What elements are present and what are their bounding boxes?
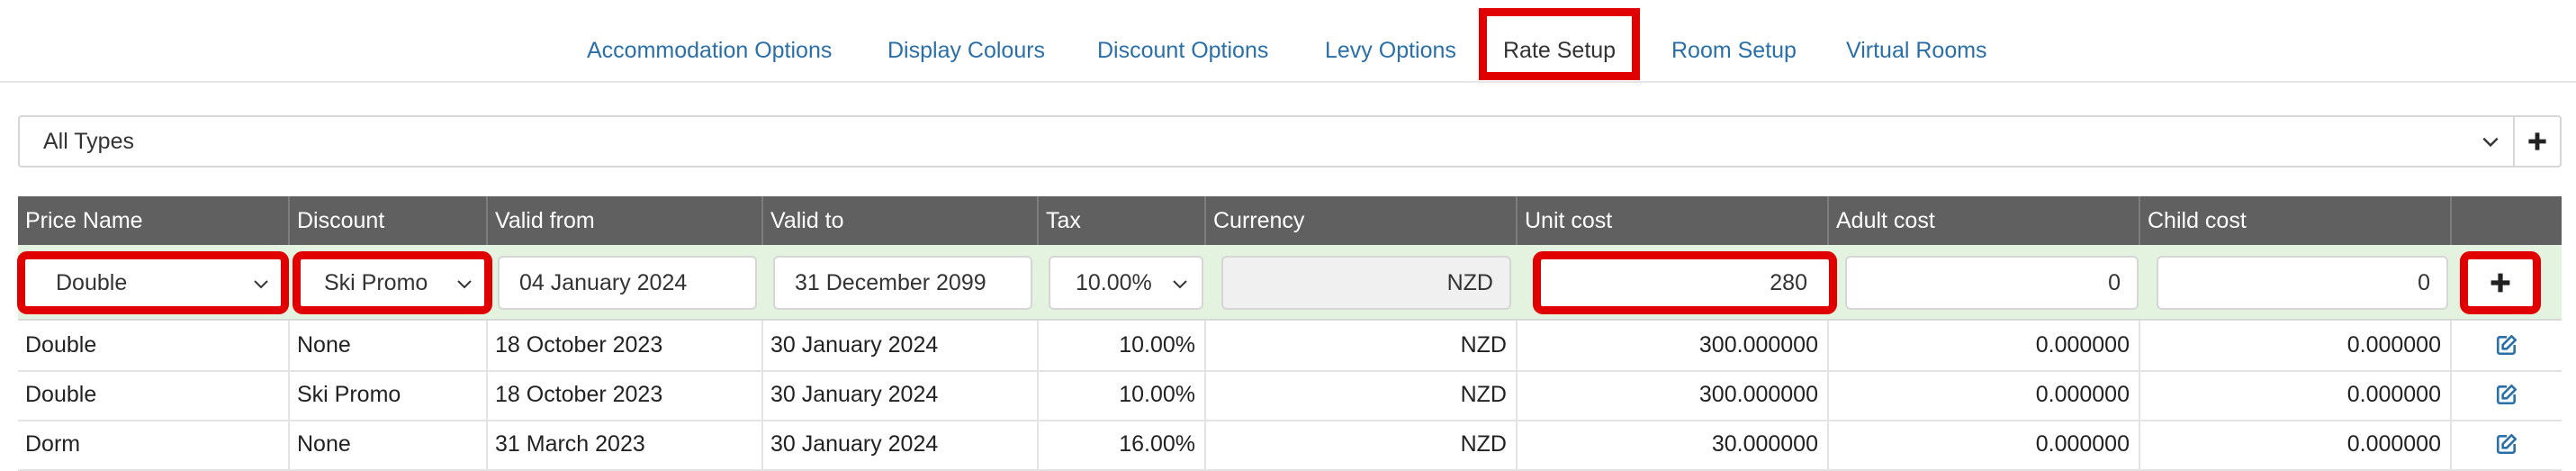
cell-adult-cost: 0.000000 bbox=[1829, 420, 2140, 469]
settings-tab-bar: Accommodation Options Display Colours Di… bbox=[0, 0, 2576, 83]
currency-value: NZD bbox=[1446, 270, 1493, 295]
add-rate-button[interactable] bbox=[2460, 251, 2541, 314]
valid-from-input[interactable]: 04 January 2024 bbox=[498, 256, 757, 310]
cell-tax: 10.00% bbox=[1039, 370, 1206, 420]
unit-cost-input[interactable]: 280 bbox=[1533, 251, 1837, 314]
cell-child-cost: 0.000000 bbox=[2140, 321, 2452, 370]
tab-virtual-rooms[interactable]: Virtual Rooms bbox=[1846, 25, 1987, 76]
column-unit-cost: Unit cost bbox=[1518, 196, 1829, 245]
cell-adult-cost: 0.000000 bbox=[1829, 321, 2140, 370]
cell-adult-cost: 0.000000 bbox=[1829, 370, 2140, 420]
column-child-cost: Child cost bbox=[2140, 196, 2452, 245]
cell-unit-cost: 30.000000 bbox=[1518, 420, 1829, 469]
discount-select[interactable]: Ski Promo bbox=[293, 251, 492, 314]
chevron-down-icon bbox=[2482, 137, 2499, 148]
adult-cost-value: 0 bbox=[2108, 270, 2121, 295]
cell-valid-from: 18 October 2023 bbox=[488, 370, 763, 420]
cell-currency: NZD bbox=[1206, 420, 1518, 469]
column-adult-cost: Adult cost bbox=[1829, 196, 2140, 245]
child-cost-value: 0 bbox=[2418, 270, 2430, 295]
cell-tax: 16.00% bbox=[1039, 420, 1206, 469]
price-name-value: Double bbox=[56, 270, 128, 295]
edit-icon[interactable] bbox=[2495, 333, 2518, 357]
table-row: Double Ski Promo 18 October 2023 30 Janu… bbox=[18, 370, 2562, 421]
column-discount: Discount bbox=[290, 196, 488, 245]
chevron-down-icon bbox=[457, 280, 472, 289]
plus-icon bbox=[2528, 132, 2546, 150]
cell-price-name: Double bbox=[18, 321, 290, 370]
valid-to-value: 31 December 2099 bbox=[795, 270, 986, 295]
currency-field: NZD bbox=[1221, 256, 1511, 310]
price-name-select[interactable]: Double bbox=[17, 251, 289, 314]
column-valid-from: Valid from bbox=[488, 196, 763, 245]
tab-display-colours[interactable]: Display Colours bbox=[887, 25, 1045, 76]
column-actions bbox=[2452, 196, 2562, 245]
cell-discount: None bbox=[290, 420, 488, 469]
cell-valid-to: 30 January 2024 bbox=[763, 370, 1039, 420]
tab-discount-options[interactable]: Discount Options bbox=[1097, 25, 1268, 76]
chevron-down-icon bbox=[1173, 280, 1187, 289]
tab-rate-setup[interactable]: Rate Setup bbox=[1478, 8, 1641, 80]
cell-discount: None bbox=[290, 321, 488, 370]
tax-value: 10.00% bbox=[1076, 270, 1152, 295]
cell-valid-to: 30 January 2024 bbox=[763, 321, 1039, 370]
cell-valid-from: 18 October 2023 bbox=[488, 321, 763, 370]
tab-room-setup[interactable]: Room Setup bbox=[1671, 25, 1797, 76]
valid-to-input[interactable]: 31 December 2099 bbox=[773, 256, 1032, 310]
tax-select[interactable]: 10.00% bbox=[1049, 256, 1203, 310]
unit-cost-value: 280 bbox=[1770, 270, 1807, 295]
cell-child-cost: 0.000000 bbox=[2140, 370, 2452, 420]
column-price-name: Price Name bbox=[18, 196, 290, 245]
cell-valid-from: 31 March 2023 bbox=[488, 420, 763, 469]
cell-unit-cost: 300.000000 bbox=[1518, 321, 1829, 370]
cell-valid-to: 30 January 2024 bbox=[763, 420, 1039, 469]
column-currency: Currency bbox=[1206, 196, 1518, 245]
rates-table-header: Price Name Discount Valid from Valid to … bbox=[18, 196, 2562, 245]
plus-icon bbox=[2490, 273, 2510, 293]
add-type-button[interactable] bbox=[2515, 117, 2560, 166]
chevron-down-icon bbox=[254, 280, 268, 289]
table-row: Double None 18 October 2023 30 January 2… bbox=[18, 321, 2562, 372]
valid-from-value: 04 January 2024 bbox=[519, 270, 688, 295]
discount-value: Ski Promo bbox=[324, 270, 428, 295]
table-row: Dorm None 31 March 2023 30 January 2024 … bbox=[18, 420, 2562, 471]
cell-child-cost: 0.000000 bbox=[2140, 420, 2452, 469]
room-type-value: All Types bbox=[43, 129, 134, 154]
column-tax: Tax bbox=[1039, 196, 1206, 245]
tab-levy-options[interactable]: Levy Options bbox=[1325, 25, 1456, 76]
cell-discount: Ski Promo bbox=[290, 370, 488, 420]
tab-accommodation-options[interactable]: Accommodation Options bbox=[587, 25, 832, 76]
cell-currency: NZD bbox=[1206, 370, 1518, 420]
column-valid-to: Valid to bbox=[763, 196, 1039, 245]
new-rate-row: Double Ski Promo 04 January 2024 31 Dece… bbox=[17, 245, 2562, 321]
adult-cost-input[interactable]: 0 bbox=[1845, 256, 2139, 310]
cell-unit-cost: 300.000000 bbox=[1518, 370, 1829, 420]
room-type-select[interactable]: All Types bbox=[18, 115, 2562, 168]
cell-price-name: Dorm bbox=[18, 420, 290, 469]
cell-currency: NZD bbox=[1206, 321, 1518, 370]
edit-icon[interactable] bbox=[2495, 383, 2518, 406]
child-cost-input[interactable]: 0 bbox=[2157, 256, 2448, 310]
edit-icon[interactable] bbox=[2495, 432, 2518, 456]
cell-tax: 10.00% bbox=[1039, 321, 1206, 370]
cell-price-name: Double bbox=[18, 370, 290, 420]
